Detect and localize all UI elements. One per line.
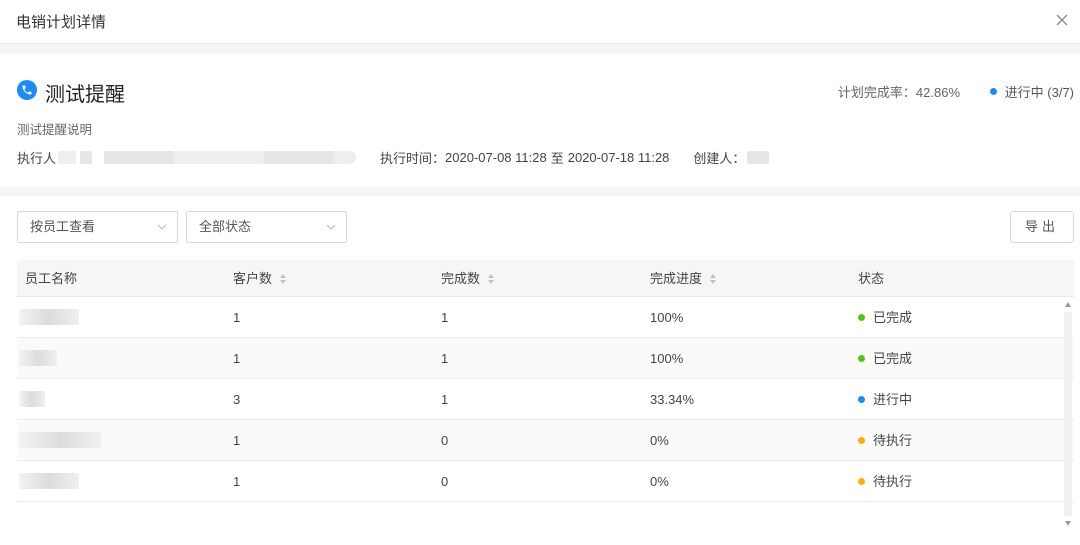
- progress-cell: 0%: [650, 474, 669, 489]
- chevron-down-icon: [326, 224, 336, 230]
- table-row[interactable]: 1 0 0% 待执行: [17, 461, 1074, 502]
- table-header: 员工名称 客户数 完成数 完成进度 状态: [17, 260, 1074, 297]
- executor-blur: [334, 151, 357, 164]
- employee-name-blur: [19, 350, 57, 366]
- column-progress[interactable]: 完成进度: [650, 260, 717, 297]
- creator-label: 创建人：: [693, 151, 746, 166]
- employee-table: 员工名称 客户数 完成数 完成进度 状态 1 1 1 00% 已完成 1 1 10…: [17, 260, 1074, 502]
- export-button[interactable]: 导出: [1010, 211, 1074, 243]
- sort-icon[interactable]: [488, 273, 495, 284]
- executor-avatar-blur: [58, 151, 77, 164]
- status-cell: 待执行: [858, 461, 912, 502]
- table-scrollbar[interactable]: [1062, 298, 1074, 530]
- table-row[interactable]: 1 1 100% 已完成: [17, 338, 1074, 379]
- time-end: 2020-07-18 11:28: [567, 150, 670, 165]
- customers-cell: 1: [233, 351, 241, 366]
- status-dot-icon: [858, 314, 865, 321]
- column-employee-name: 员工名称: [25, 260, 77, 297]
- sort-icon[interactable]: [280, 273, 287, 284]
- scroll-up-icon[interactable]: [1065, 302, 1071, 307]
- completion-label: 计划完成率：: [837, 85, 916, 100]
- status-cell: 待执行: [858, 420, 912, 461]
- progress-cell: 0%: [650, 433, 669, 448]
- modal-title: 电销计划详情: [16, 14, 107, 31]
- customers-cell: 3: [233, 392, 241, 407]
- status-cell: 进行中: [858, 379, 912, 420]
- status-select[interactable]: 全部状态: [186, 211, 347, 243]
- employee-list-panel: 按员工查看 全部状态 导出 员工名称 客户数 完成数 完成进度 状态 1 1 1…: [0, 196, 1080, 545]
- completion-rate: 计划完成率：42.86%: [838, 82, 960, 101]
- plan-info-panel: 测试提醒 计划完成率：42.86% 进行中 (3/7) 测试提醒说明 执行人 执…: [0, 54, 1080, 187]
- employee-name-blur: [19, 309, 79, 325]
- column-label: 完成数: [441, 271, 481, 286]
- progress-cell: 100%: [650, 310, 684, 325]
- table-row[interactable]: 1 1 100% 已完成: [17, 297, 1074, 338]
- plan-status-label: 进行中 (3/7): [1004, 85, 1074, 100]
- creator-blur: [747, 151, 770, 164]
- modal-header: 电销计划详情: [0, 0, 1080, 44]
- status-dot-icon: [858, 478, 865, 485]
- employee-name-blur: [19, 473, 79, 489]
- scroll-down-icon[interactable]: [1065, 521, 1071, 526]
- scroll-track[interactable]: [1064, 312, 1072, 516]
- completed-cell: 1: [441, 310, 449, 325]
- executor-blur: [80, 151, 93, 164]
- column-completed[interactable]: 完成数: [441, 260, 495, 297]
- status-dot-icon: [989, 88, 997, 95]
- status-label: 已完成: [873, 351, 913, 366]
- employee-name-blur: [19, 391, 45, 407]
- completed-cell: 1: [441, 351, 449, 366]
- status-cell: 已完成: [858, 297, 912, 338]
- progress-cell: 100%: [650, 351, 684, 366]
- completed-cell: 1: [441, 392, 449, 407]
- column-label: 完成进度: [650, 271, 703, 286]
- close-icon[interactable]: [1052, 10, 1072, 30]
- customers-cell: 1: [233, 474, 241, 489]
- customers-cell: 1: [233, 433, 241, 448]
- view-by-select[interactable]: 按员工查看: [17, 211, 178, 243]
- time-start: 2020-07-08 11:28: [445, 150, 547, 165]
- status-cell: 已完成: [858, 338, 912, 379]
- executor-label: 执行人: [17, 151, 57, 166]
- progress-cell: 33.34%: [650, 392, 695, 407]
- column-customers[interactable]: 客户数: [233, 260, 287, 297]
- executor-blur: [104, 151, 175, 164]
- column-label: 状态: [858, 271, 885, 286]
- table-body: 1 1 100% 已完成 1 1 100% 已完成 3 1 33.34% 进行中…: [17, 297, 1074, 502]
- status-filter-value: 全部状态: [199, 219, 252, 234]
- completion-value: 42.86%: [915, 85, 960, 100]
- view-by-value: 按员工查看: [30, 219, 96, 234]
- completed-cell: 0: [441, 433, 449, 448]
- column-label: 客户数: [233, 271, 273, 286]
- status-label: 待执行: [873, 474, 913, 489]
- plan-title: 测试提醒: [45, 84, 125, 106]
- time-separator: 至: [550, 151, 564, 166]
- executor-blur: [264, 151, 335, 164]
- column-status: 状态: [858, 260, 884, 297]
- sort-icon[interactable]: [710, 273, 717, 284]
- table-row[interactable]: 1 0 0% 待执行: [17, 420, 1074, 461]
- column-label: 员工名称: [25, 271, 78, 286]
- plan-status: 进行中 (3/7): [989, 82, 1074, 101]
- status-label: 进行中: [873, 392, 913, 407]
- status-dot-icon: [858, 396, 865, 403]
- status-dot-icon: [858, 355, 865, 362]
- plan-description: 测试提醒说明: [17, 123, 93, 137]
- completed-cell: 0: [441, 474, 449, 489]
- employee-name-blur: [19, 432, 101, 448]
- executor-blur: [174, 151, 265, 164]
- table-row[interactable]: 3 1 33.34% 进行中: [17, 379, 1074, 420]
- plan-meta: 执行人 执行时间： 2020-07-08 11:28 至 2020-07-18 …: [17, 148, 770, 167]
- time-label: 执行时间：: [380, 151, 446, 166]
- status-label: 待执行: [873, 433, 913, 448]
- status-label: 已完成: [873, 310, 913, 325]
- customers-cell: 1: [233, 310, 241, 325]
- status-dot-icon: [858, 437, 865, 444]
- chevron-down-icon: [157, 224, 167, 230]
- phone-icon: [17, 80, 37, 100]
